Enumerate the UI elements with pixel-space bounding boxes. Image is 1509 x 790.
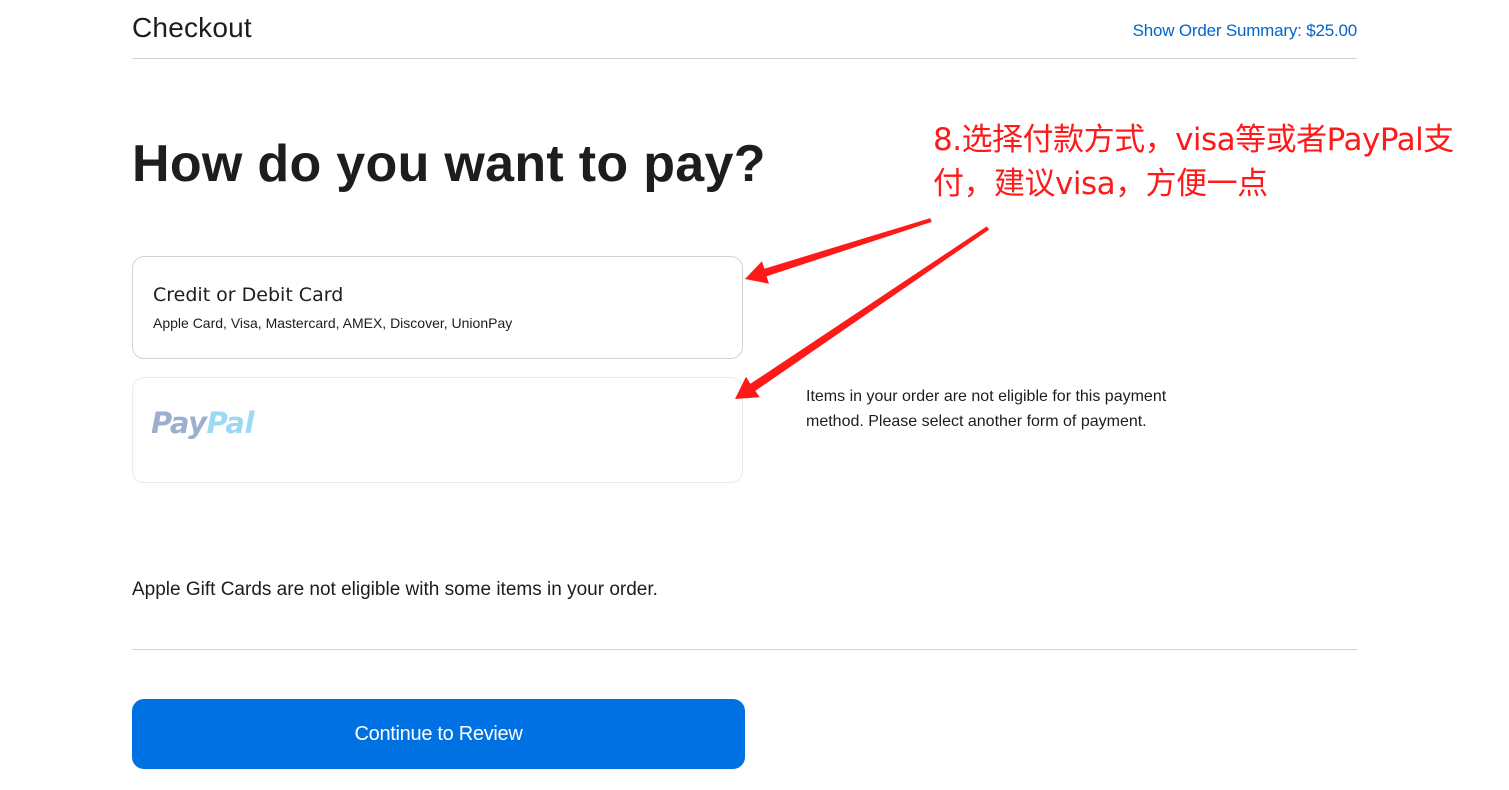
arrow-to-card-icon bbox=[745, 218, 932, 284]
annotation-arrows bbox=[735, 218, 990, 399]
arrow-to-paypal-icon bbox=[735, 226, 990, 399]
